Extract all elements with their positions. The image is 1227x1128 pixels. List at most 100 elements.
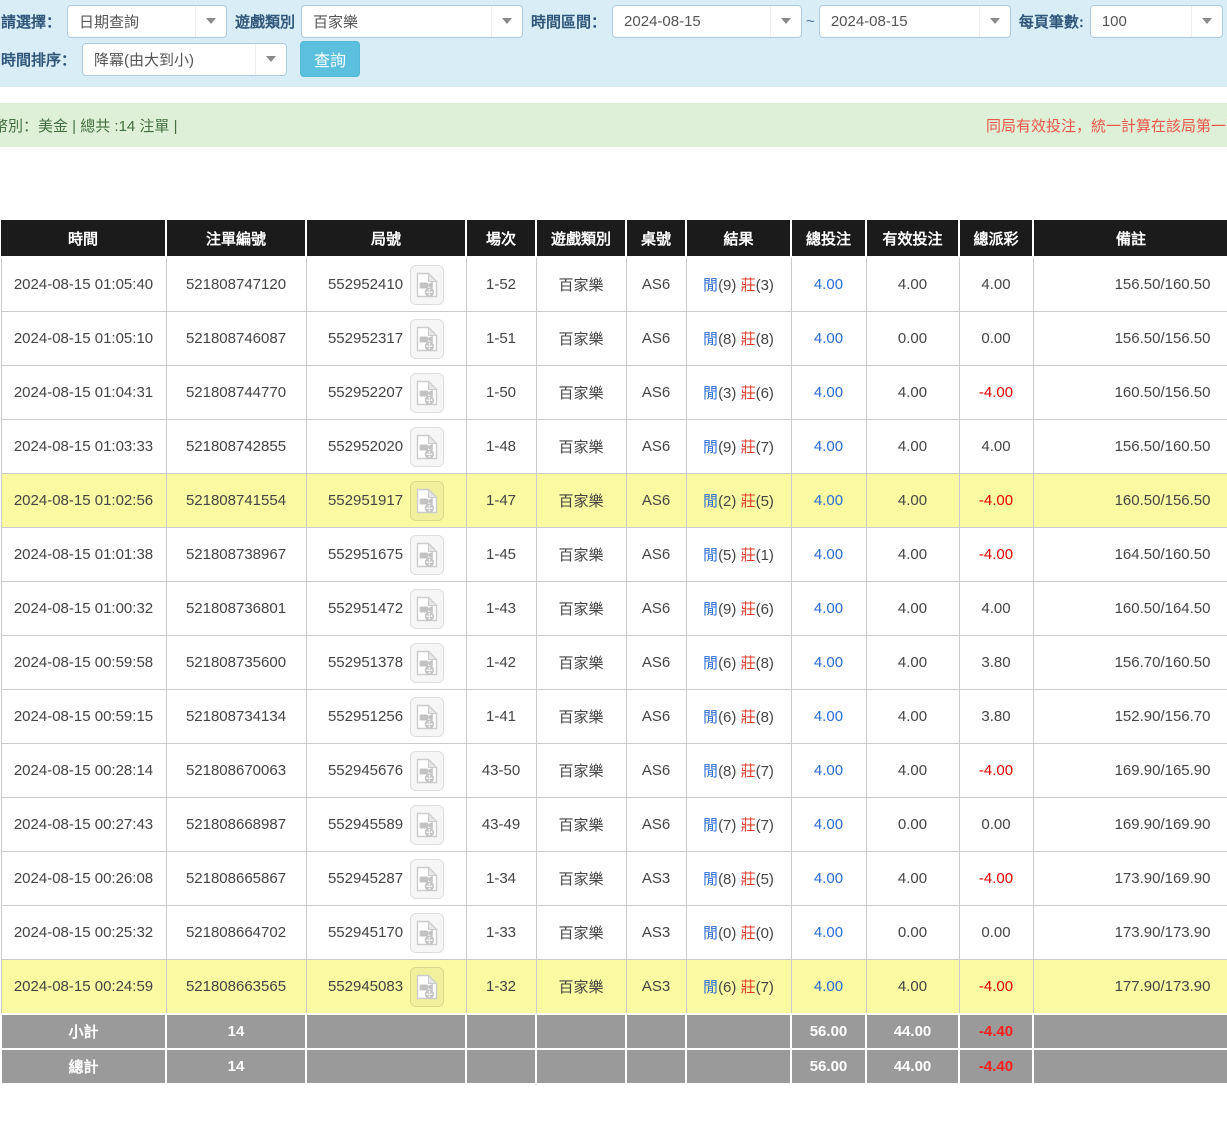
total-bet-link[interactable]: 4.00 [814, 816, 843, 833]
total-bet-cell: 4.00 [791, 474, 866, 528]
session: 43-49 [466, 798, 536, 852]
video-replay-button[interactable] [410, 427, 444, 467]
player-label: 閒 [703, 817, 718, 834]
search-button[interactable]: 查詢 [300, 41, 360, 77]
player-score: (6) [718, 979, 736, 996]
round-id: 552951917 [328, 492, 403, 509]
player-label: 閒 [703, 439, 718, 456]
valid-bet: 0.00 [866, 312, 959, 366]
video-replay-button[interactable] [410, 481, 444, 521]
game-type-select[interactable]: 百家樂 [301, 5, 523, 38]
total-bet-link[interactable]: 4.00 [814, 330, 843, 347]
table-row: 2024-08-15 01:02:56521808741554552951917… [1, 474, 1227, 528]
total-bet-link[interactable]: 4.00 [814, 492, 843, 509]
total-bet-link[interactable]: 4.00 [814, 600, 843, 617]
date-to-select[interactable]: 2024-08-15 [819, 5, 1011, 38]
banker-label: 莊 [741, 655, 756, 672]
column-header: 結果 [686, 220, 791, 257]
table-id: AS6 [626, 744, 686, 798]
banker-label: 莊 [741, 925, 756, 942]
total-payout: 4.00 [959, 257, 1033, 312]
round-id: 552951378 [328, 654, 403, 671]
note: 156.70/160.50 [1033, 636, 1227, 690]
footer-empty [466, 1049, 536, 1084]
round-id: 552945170 [328, 924, 403, 941]
footer-valid-bet: 44.00 [866, 1014, 959, 1049]
banker-score: (6) [756, 601, 774, 618]
round-id-cell: 552945170 [306, 906, 466, 960]
total-bet-link[interactable]: 4.00 [814, 654, 843, 671]
total-bet-cell: 4.00 [791, 366, 866, 420]
round-id-cell: 552945083 [306, 960, 466, 1015]
date-from-select[interactable]: 2024-08-15 [612, 5, 802, 38]
query-type-select[interactable]: 日期查詢 [67, 5, 227, 38]
total-bet-link[interactable]: 4.00 [814, 924, 843, 941]
session: 1-50 [466, 366, 536, 420]
footer-count: 14 [166, 1049, 306, 1084]
video-replay-button[interactable] [410, 643, 444, 683]
total-bet-link[interactable]: 4.00 [814, 870, 843, 887]
video-replay-button[interactable] [410, 373, 444, 413]
total-bet-cell: 4.00 [791, 960, 866, 1015]
valid-bet: 4.00 [866, 744, 959, 798]
total-bet-link[interactable]: 4.00 [814, 438, 843, 455]
valid-bet: 4.00 [866, 420, 959, 474]
table-id: AS6 [626, 636, 686, 690]
chevron-down-icon [255, 44, 286, 75]
result-cell: 閒(0) 莊(0) [686, 906, 791, 960]
footer-empty [686, 1014, 791, 1049]
video-replay-button[interactable] [410, 697, 444, 737]
footer-label: 總計 [1, 1049, 166, 1084]
video-replay-button[interactable] [410, 751, 444, 791]
video-file-icon [416, 272, 438, 298]
result-cell: 閒(8) 莊(5) [686, 852, 791, 906]
bet-time: 2024-08-15 00:28:14 [1, 744, 166, 798]
chevron-down-icon [1191, 6, 1222, 37]
total-bet-link[interactable]: 4.00 [814, 708, 843, 725]
filter-toolbar: 請選擇： 日期查詢 遊戲類別 百家樂 時間區間： 2024-08-15 ~ 20… [0, 0, 1227, 87]
video-replay-button[interactable] [410, 913, 444, 953]
bet-id: 521808670063 [166, 744, 306, 798]
table-row: 2024-08-15 00:59:15521808734134552951256… [1, 690, 1227, 744]
video-replay-button[interactable] [410, 265, 444, 305]
video-replay-button[interactable] [410, 535, 444, 575]
total-bet-link[interactable]: 4.00 [814, 546, 843, 563]
total-payout: 4.00 [959, 582, 1033, 636]
bet-id: 521808668987 [166, 798, 306, 852]
player-label: 閒 [703, 493, 718, 510]
video-file-icon [416, 812, 438, 838]
page-size-select[interactable]: 100 [1090, 5, 1223, 38]
video-replay-button[interactable] [410, 319, 444, 359]
video-replay-button[interactable] [410, 859, 444, 899]
total-bet-link[interactable]: 4.00 [814, 384, 843, 401]
player-label: 閒 [703, 871, 718, 888]
banker-label: 莊 [741, 709, 756, 726]
round-id-cell: 552945589 [306, 798, 466, 852]
total-bet-link[interactable]: 4.00 [814, 978, 843, 995]
footer-empty [536, 1014, 626, 1049]
total-bet-cell: 4.00 [791, 257, 866, 312]
sort-select[interactable]: 降冪(由大到小) [82, 43, 287, 76]
round-id: 552952317 [328, 330, 403, 347]
banker-score: (8) [756, 331, 774, 348]
total-payout: -4.00 [959, 744, 1033, 798]
total-bet-cell: 4.00 [791, 798, 866, 852]
total-bet-link[interactable]: 4.00 [814, 762, 843, 779]
column-header: 備註 [1033, 220, 1227, 257]
total-payout: 0.00 [959, 312, 1033, 366]
banker-label: 莊 [741, 601, 756, 618]
banker-label: 莊 [741, 439, 756, 456]
game-type-value: 百家樂 [302, 11, 491, 32]
video-replay-button[interactable] [410, 589, 444, 629]
player-score: (5) [718, 547, 736, 564]
game-type: 百家樂 [536, 744, 626, 798]
total-bet-link[interactable]: 4.00 [814, 276, 843, 293]
video-replay-button[interactable] [410, 967, 444, 1007]
game-type: 百家樂 [536, 420, 626, 474]
video-file-icon [416, 866, 438, 892]
player-label: 閒 [703, 763, 718, 780]
valid-bet: 4.00 [866, 257, 959, 312]
session: 1-48 [466, 420, 536, 474]
note: 156.50/160.50 [1033, 257, 1227, 312]
video-replay-button[interactable] [410, 805, 444, 845]
